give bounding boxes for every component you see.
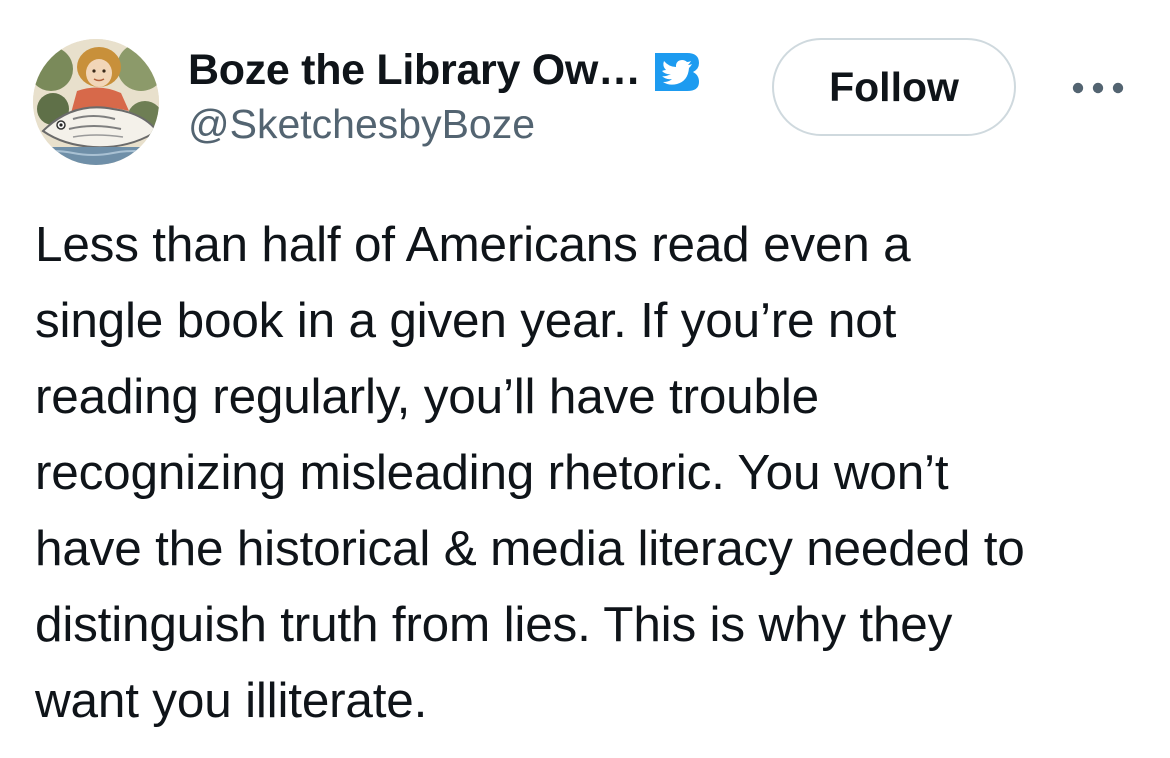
tweet-text-line: want you illiterate. bbox=[35, 673, 428, 728]
tweet-text-line: single book in a given year. If you’re n… bbox=[35, 293, 897, 348]
author-names: Boze the Library Ow… @SketchesbyBoze bbox=[188, 42, 701, 150]
avatar-illustration bbox=[33, 39, 159, 165]
display-name[interactable]: Boze the Library Ow… bbox=[188, 42, 641, 98]
tweet-text-line: have the historical & media literacy nee… bbox=[35, 521, 1025, 576]
more-options-button[interactable] bbox=[1066, 66, 1130, 110]
tweet-card: Boze the Library Ow… @SketchesbyBoze Fol… bbox=[0, 0, 1170, 758]
tweet-text: Less than half of Americans read even a … bbox=[35, 207, 1145, 739]
user-handle[interactable]: @SketchesbyBoze bbox=[188, 98, 701, 150]
avatar[interactable] bbox=[33, 39, 159, 165]
more-dots-icon bbox=[1072, 82, 1124, 94]
tweet-text-line: recognizing misleading rhetoric. You won… bbox=[35, 445, 949, 500]
tweet-text-line: distinguish truth from lies. This is why… bbox=[35, 597, 953, 652]
display-name-row: Boze the Library Ow… bbox=[188, 42, 701, 98]
tweet-text-line: Less than half of Americans read even a bbox=[35, 217, 911, 272]
tweet-header: Boze the Library Ow… @SketchesbyBoze Fol… bbox=[0, 0, 1170, 180]
tweet-text-line: reading regularly, you’ll have trouble bbox=[35, 369, 819, 424]
follow-button[interactable]: Follow bbox=[772, 38, 1016, 136]
verified-badge-icon bbox=[651, 49, 701, 95]
